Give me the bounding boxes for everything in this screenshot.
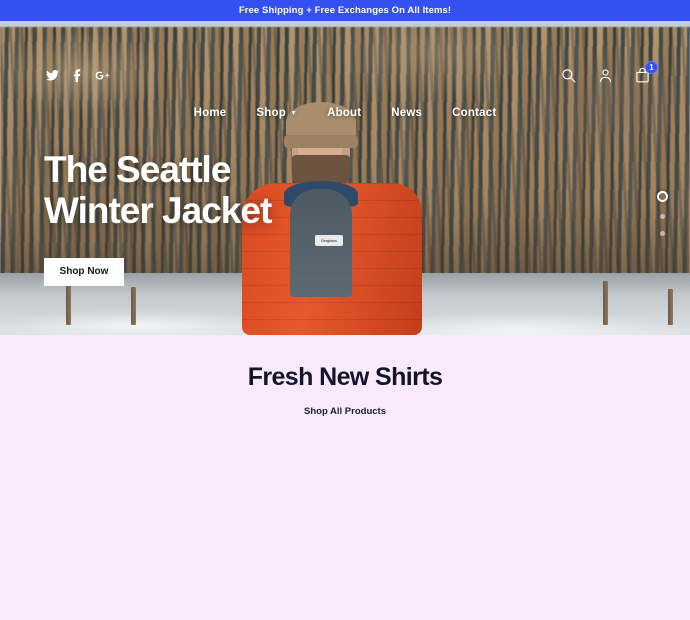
- announcement-text: Free Shipping + Free Exchanges On All It…: [238, 5, 452, 16]
- slider-dot-1[interactable]: [657, 191, 668, 202]
- facebook-icon[interactable]: [73, 69, 81, 84]
- slider-dot-3[interactable]: [660, 231, 665, 236]
- section-title: Fresh New Shirts: [247, 363, 443, 391]
- products-section: Fresh New Shirts Shop All Products ← → B…: [0, 335, 690, 417]
- nav-label: Shop: [256, 107, 286, 119]
- nav-item-contact[interactable]: Contact: [452, 107, 496, 119]
- nav-item-about[interactable]: About: [327, 107, 361, 119]
- nav-item-shop[interactable]: Shop ▼: [256, 107, 297, 119]
- nav-label: About: [327, 107, 362, 119]
- google-plus-icon[interactable]: [95, 70, 110, 83]
- account-icon[interactable]: [598, 68, 613, 88]
- twitter-icon[interactable]: [46, 70, 59, 83]
- hero-title: The Seattle Winter Jacket: [44, 149, 272, 232]
- hero-slider-dots: [657, 191, 668, 236]
- announcement-bar: Free Shipping + Free Exchanges On All It…: [0, 0, 690, 21]
- nav-item-home[interactable]: Home: [194, 107, 227, 119]
- cart-icon[interactable]: 1: [635, 61, 658, 88]
- header-utilities: 1: [561, 61, 658, 88]
- search-icon[interactable]: [561, 68, 576, 88]
- cart-count-badge: 1: [645, 61, 658, 74]
- shop-now-button[interactable]: Shop Now: [44, 257, 124, 286]
- main-navigation: Home Shop ▼ About News Contact: [0, 107, 690, 119]
- social-links: [46, 69, 110, 84]
- nav-item-news[interactable]: News: [391, 107, 422, 119]
- nav-label: News: [391, 107, 423, 119]
- hero-banner: Berghaus 1 Home Shop ▼ About News Contac…: [0, 21, 690, 335]
- hero-title-line-1: The Seattle: [44, 149, 231, 190]
- chevron-down-icon: ▼: [289, 109, 298, 117]
- hero-copy: The Seattle Winter Jacket Shop Now: [44, 149, 272, 286]
- nav-label: Home: [193, 107, 227, 119]
- nav-label: Contact: [452, 107, 497, 119]
- section-subtitle[interactable]: Shop All Products: [0, 406, 690, 417]
- slider-dot-2[interactable]: [660, 214, 665, 219]
- hero-title-line-2: Winter Jacket: [44, 190, 272, 232]
